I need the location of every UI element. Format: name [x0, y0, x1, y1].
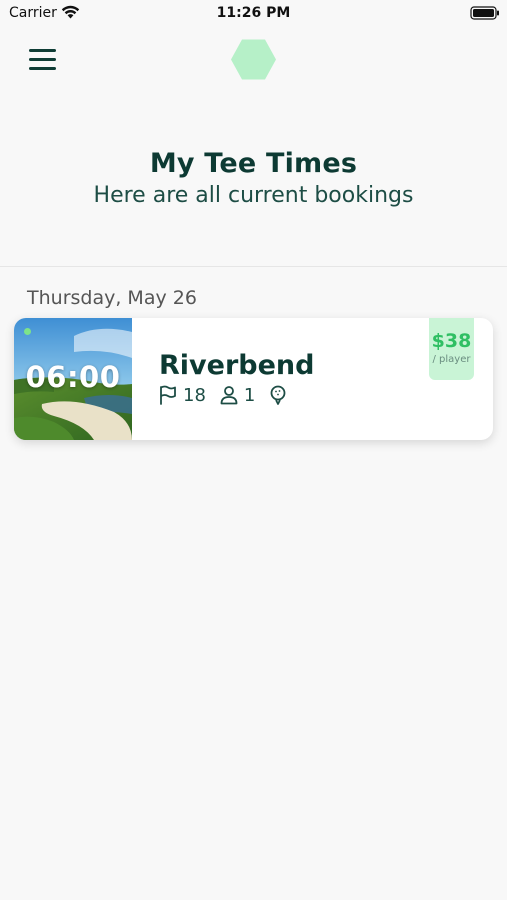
page-subtitle: Here are all current bookings — [93, 183, 414, 208]
booking-details: 18 1 — [159, 384, 287, 406]
price-tag: $38 / player — [429, 318, 474, 380]
divider — [0, 266, 507, 267]
booking-date-heading: Thursday, May 26 — [27, 287, 197, 309]
players-info: 1 — [220, 385, 255, 406]
course-name: Riverbend — [159, 350, 315, 381]
course-image: 06:00 — [14, 318, 132, 440]
price-unit: / player — [432, 354, 471, 365]
user-icon — [220, 386, 238, 405]
battery-icon — [470, 6, 499, 20]
golf-ball-icon — [270, 385, 286, 405]
hamburger-menu-icon[interactable] — [28, 46, 58, 74]
tee-time: 06:00 — [25, 360, 121, 394]
booking-card[interactable]: 06:00 Riverbend 18 1 $38 / player — [14, 318, 493, 440]
players-count: 1 — [243, 384, 256, 406]
flag-icon — [160, 385, 176, 405]
holes-info: 18 — [159, 385, 206, 406]
hexagon-logo[interactable] — [230, 38, 277, 81]
status-dot — [24, 328, 31, 335]
price-value: $38 — [431, 330, 472, 352]
status-bar: Carrier 11:26 PM — [0, 0, 507, 28]
page-title: My Tee Times — [149, 148, 358, 179]
golf-ball-info — [269, 385, 287, 405]
holes-count: 18 — [183, 384, 206, 406]
status-time: 11:26 PM — [216, 5, 291, 21]
